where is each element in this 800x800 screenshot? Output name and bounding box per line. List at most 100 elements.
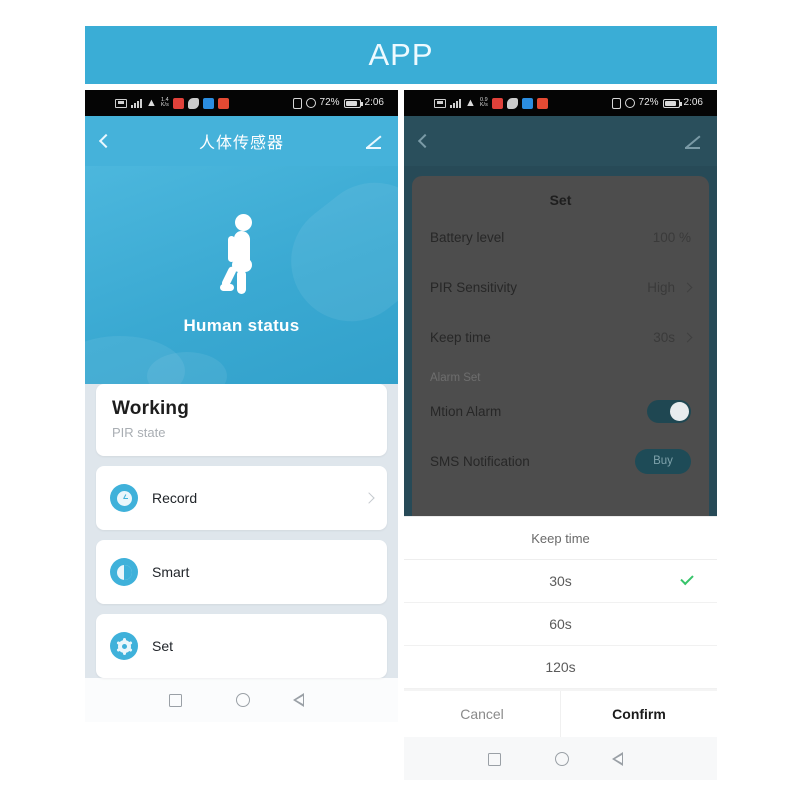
set-panel-title: Set bbox=[549, 192, 572, 208]
set-row-value: 30s bbox=[653, 329, 675, 345]
app-badge-red2-icon bbox=[217, 97, 229, 109]
set-row-label: Battery level bbox=[430, 229, 505, 245]
square-icon[interactable] bbox=[487, 752, 501, 766]
nfc-icon bbox=[611, 97, 621, 109]
sheet-actions: Cancel Confirm bbox=[404, 689, 717, 737]
right-status-bar: ▲ 0.9 K/s 72% 2:06 bbox=[404, 90, 717, 116]
pencil-icon[interactable] bbox=[685, 133, 701, 149]
set-row-sms-notification[interactable]: SMS Notification Buy bbox=[430, 436, 691, 486]
left-app-header: 人体传感器 bbox=[85, 116, 398, 166]
right-app-header bbox=[404, 116, 717, 166]
app-badge-blue-icon bbox=[521, 97, 533, 109]
triangle-back-icon[interactable] bbox=[611, 752, 634, 766]
status-card[interactable]: Working PIR state bbox=[96, 384, 387, 456]
battery-icon bbox=[662, 98, 682, 108]
triangle-back-icon[interactable] bbox=[292, 693, 315, 707]
battery-percent-label: 72% bbox=[638, 97, 659, 108]
data-rate-icon: 1.4 K/s bbox=[160, 97, 169, 108]
right-content-area: Set Battery level 100 % PIR Sensitivity … bbox=[404, 166, 717, 737]
data-rate-icon: 0.9 K/s bbox=[479, 97, 488, 108]
hero-label: Human status bbox=[183, 316, 300, 335]
clock-label: 2:06 bbox=[683, 97, 703, 108]
clock-icon bbox=[110, 484, 138, 512]
sheet-option-30s[interactable]: 30s bbox=[404, 560, 717, 603]
alarm-icon bbox=[624, 98, 635, 108]
circle-icon[interactable] bbox=[554, 752, 569, 766]
sim-icon bbox=[115, 98, 127, 108]
square-icon[interactable] bbox=[168, 693, 182, 707]
set-row-label: SMS Notification bbox=[430, 453, 530, 469]
motion-alarm-toggle[interactable] bbox=[647, 399, 691, 423]
app-banner: APP bbox=[85, 26, 717, 84]
menu-item-smart[interactable]: Smart bbox=[96, 540, 387, 604]
right-phone: ▲ 0.9 K/s 72% 2:06 Set Battery level 100… bbox=[404, 90, 717, 780]
page-title: 人体传感器 bbox=[198, 135, 284, 152]
wifi-icon: ▲ bbox=[146, 96, 157, 109]
set-row-motion-alarm[interactable]: Mtion Alarm bbox=[430, 386, 691, 436]
status-card-subtitle: PIR state bbox=[112, 425, 166, 440]
chevron-right-icon bbox=[682, 282, 693, 292]
status-bar-left-icons: ▲ 0.9 K/s bbox=[434, 96, 548, 109]
set-row-battery-level: Battery level 100 % bbox=[430, 212, 691, 262]
circle-icon[interactable] bbox=[235, 693, 250, 707]
walking-person-icon bbox=[219, 214, 265, 300]
menu-item-label: Smart bbox=[152, 564, 190, 580]
menu-item-record[interactable]: Record bbox=[96, 466, 387, 530]
confirm-button[interactable]: Confirm bbox=[560, 691, 717, 737]
sheet-option-label: 60s bbox=[549, 616, 572, 632]
app-badge-blue-icon bbox=[202, 97, 214, 109]
set-row-label: Keep time bbox=[430, 329, 491, 345]
sim-icon bbox=[434, 98, 446, 108]
left-nav-bar bbox=[85, 678, 398, 722]
sheet-title: Keep time bbox=[404, 517, 717, 560]
sheet-option-120s[interactable]: 120s bbox=[404, 646, 717, 689]
app-badge-red2-icon bbox=[536, 97, 548, 109]
alarm-icon bbox=[305, 98, 316, 108]
sheet-option-60s[interactable]: 60s bbox=[404, 603, 717, 646]
battery-icon bbox=[343, 98, 363, 108]
signal-bars-icon bbox=[450, 98, 461, 108]
menu-item-label: Record bbox=[152, 490, 198, 506]
pencil-icon[interactable] bbox=[366, 133, 382, 149]
check-icon bbox=[680, 571, 694, 586]
hero-panel: Human status bbox=[85, 166, 398, 384]
status-card-title: Working bbox=[112, 398, 190, 419]
status-bar-left-icons: ▲ 1.4 K/s bbox=[115, 96, 229, 109]
wifi-icon: ▲ bbox=[465, 96, 476, 109]
cancel-button[interactable]: Cancel bbox=[404, 691, 560, 737]
buy-button[interactable]: Buy bbox=[635, 448, 691, 474]
app-badge-gray-icon bbox=[506, 97, 518, 109]
chevron-right-icon bbox=[682, 332, 693, 342]
gear-icon bbox=[110, 632, 138, 660]
left-status-bar: ▲ 1.4 K/s 72% 2:06 bbox=[85, 90, 398, 116]
left-content-area: Working PIR state Record Smart Set bbox=[85, 384, 398, 678]
set-row-label: Mtion Alarm bbox=[430, 403, 502, 419]
sheet-option-label: 120s bbox=[545, 659, 576, 675]
phone-pair: ▲ 1.4 K/s 72% 2:06 人体传感器 Human status Wo… bbox=[85, 90, 717, 780]
set-panel: Set Battery level 100 % PIR Sensitivity … bbox=[412, 176, 709, 516]
chevron-left-icon[interactable] bbox=[417, 133, 433, 149]
screenshot-root: APP ▲ 1.4 K/s 72% 2:06 人体传感器 Human statu… bbox=[0, 0, 800, 800]
set-row-label: PIR Sensitivity bbox=[430, 279, 518, 295]
set-row-value: 100 % bbox=[652, 229, 691, 245]
menu-item-set[interactable]: Set bbox=[96, 614, 387, 678]
set-row-pir-sensitivity[interactable]: PIR Sensitivity High bbox=[430, 262, 693, 312]
set-row-keep-time[interactable]: Keep time 30s bbox=[430, 312, 693, 362]
chevron-right-icon bbox=[363, 492, 375, 504]
clock-label: 2:06 bbox=[364, 97, 384, 108]
app-badge-gray-icon bbox=[187, 97, 199, 109]
app-banner-title: APP bbox=[368, 37, 434, 72]
set-section-header: Alarm Set bbox=[430, 372, 481, 384]
left-phone: ▲ 1.4 K/s 72% 2:06 人体传感器 Human status Wo… bbox=[85, 90, 398, 780]
set-row-value: High bbox=[647, 279, 675, 295]
signal-bars-icon bbox=[131, 98, 142, 108]
sheet-option-label: 30s bbox=[549, 573, 572, 589]
menu-item-label: Set bbox=[152, 638, 174, 654]
keep-time-bottom-sheet: Keep time 30s 60s 120s Cancel Confirm bbox=[404, 516, 717, 737]
right-nav-bar bbox=[404, 737, 717, 780]
nfc-icon bbox=[292, 97, 302, 109]
app-badge-red-icon bbox=[491, 97, 503, 109]
status-bar-right-icons: 72% 2:06 bbox=[611, 97, 703, 109]
app-badge-red-icon bbox=[172, 97, 184, 109]
half-circle-icon bbox=[110, 558, 138, 586]
